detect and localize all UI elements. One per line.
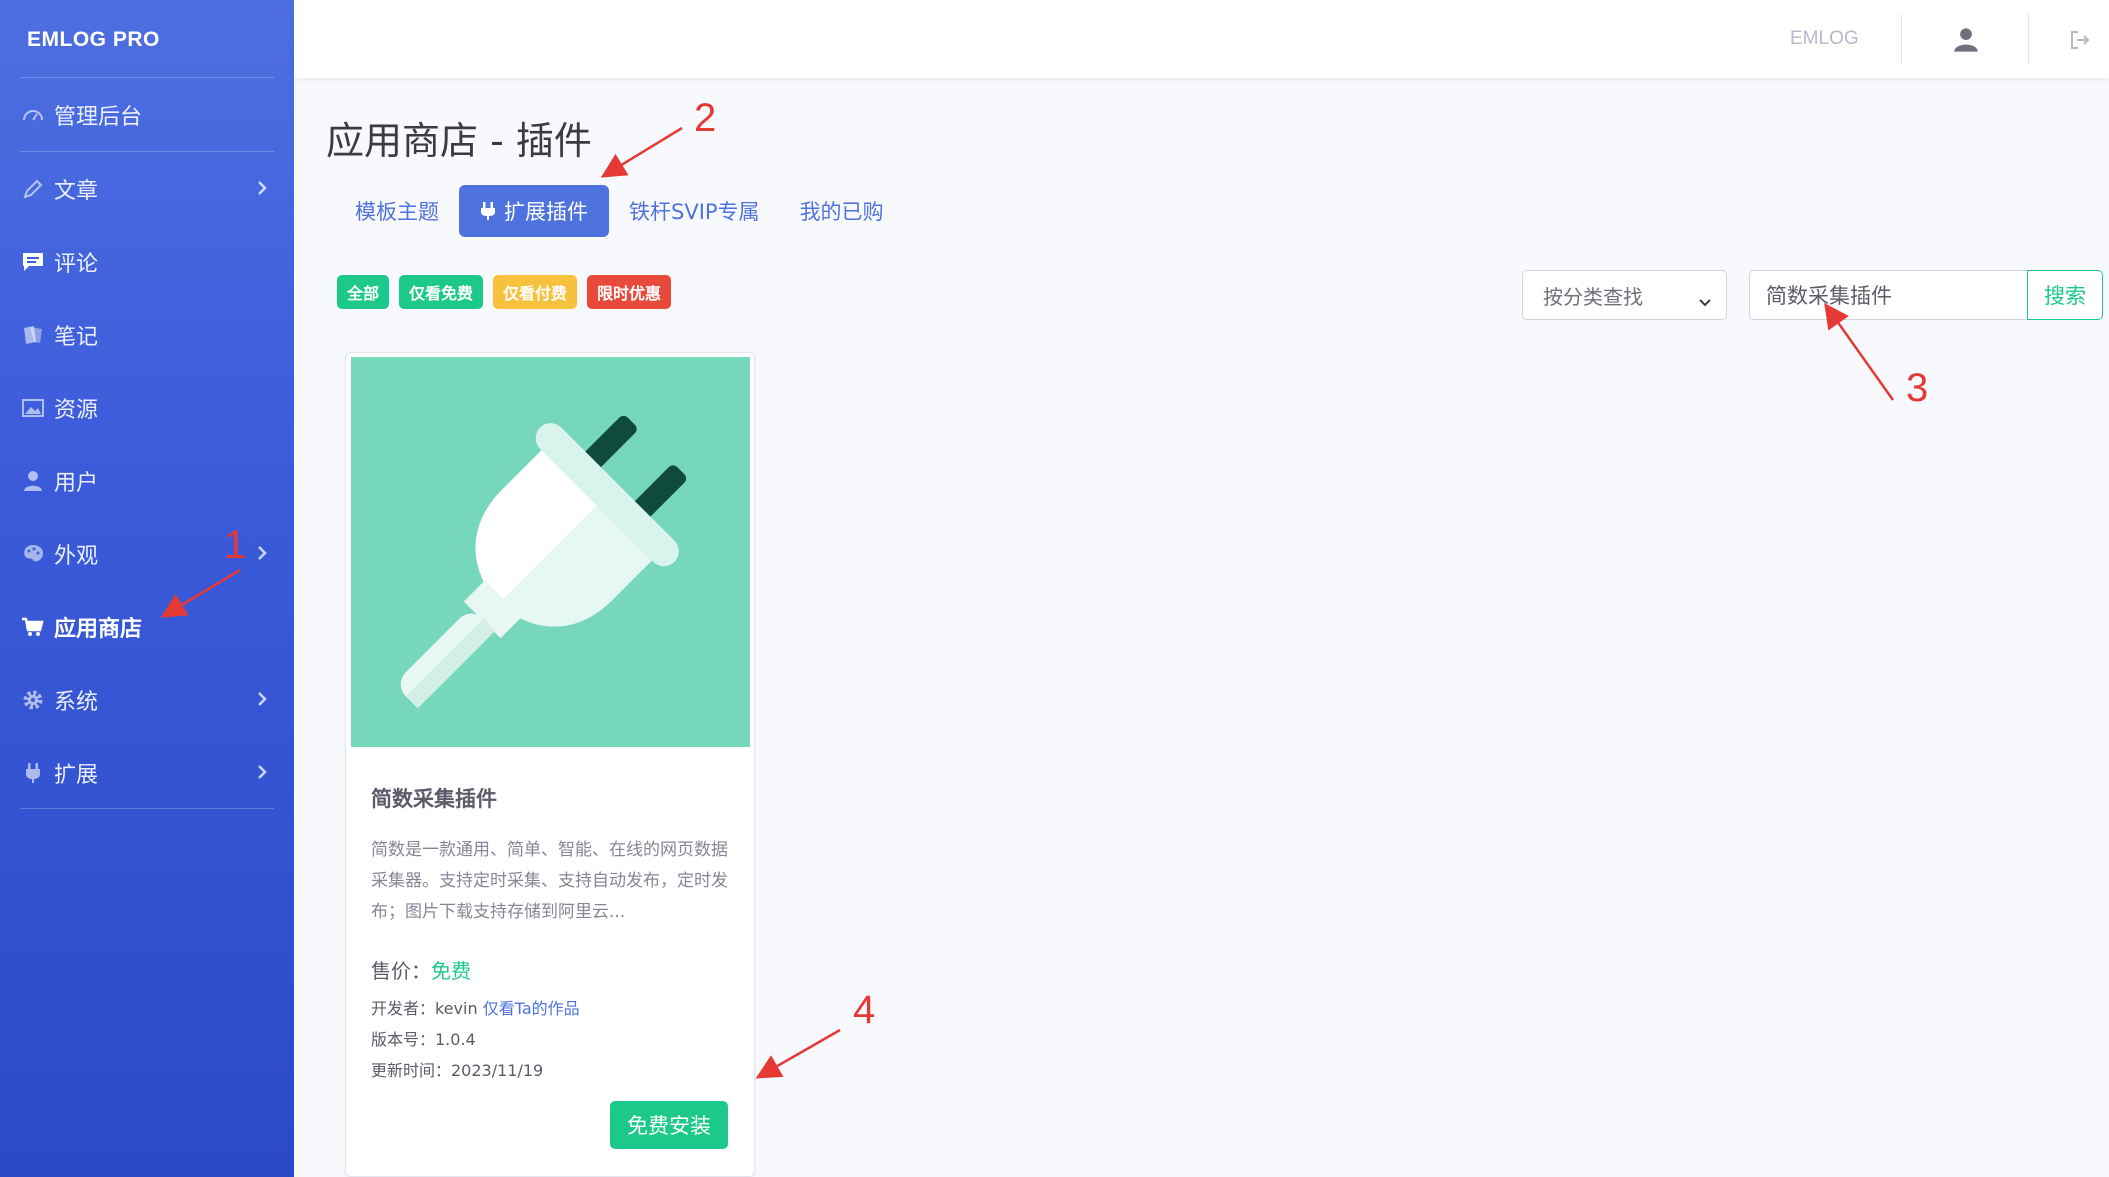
image-icon <box>20 395 46 421</box>
plugin-title[interactable]: 简数采集插件 <box>371 783 497 813</box>
plugin-image[interactable] <box>351 357 750 747</box>
price-value: 免费 <box>431 959 471 983</box>
search-button[interactable]: 搜索 <box>2027 270 2103 320</box>
cart-icon <box>20 614 46 640</box>
annotation-arrow-4 <box>755 1028 841 1079</box>
chevron-right-icon <box>256 764 268 784</box>
palette-icon <box>20 541 46 567</box>
sidebar-item-label: 系统 <box>54 690 99 715</box>
plug-icon <box>20 760 46 786</box>
price-label: 售价： <box>371 959 431 983</box>
sidebar-item-label: 扩展 <box>54 763 99 788</box>
sidebar-item-label: 应用商店 <box>54 617 143 642</box>
tab-purchased[interactable]: 我的已购 <box>780 185 904 237</box>
developer-works-link[interactable]: 仅看Ta的作品 <box>483 999 580 1018</box>
sidebar-brand[interactable]: EMLOG PRO <box>27 28 160 52</box>
version-text: 版本号：1.0.4 <box>371 1030 476 1049</box>
install-button[interactable]: 免费安装 <box>610 1101 728 1149</box>
sidebar-item-dashboard[interactable]: 管理后台 <box>0 90 294 140</box>
sidebar: EMLOG PRO 管理后台 文章 评论 笔记 资源 用户 外观 应用商店 系统… <box>0 0 294 1177</box>
topbar-divider <box>2028 14 2029 64</box>
sidebar-item-appearance[interactable]: 外观 <box>0 529 294 579</box>
annotation-number-1: 1 <box>224 523 247 567</box>
sidebar-item-comments[interactable]: 评论 <box>0 237 294 287</box>
chevron-right-icon <box>256 180 268 200</box>
sidebar-item-users[interactable]: 用户 <box>0 456 294 506</box>
price-row: 售价：免费 <box>371 955 471 984</box>
note-icon <box>20 322 46 348</box>
filter-free[interactable]: 仅看免费 <box>399 275 484 309</box>
annotation-arrows <box>160 126 1895 1079</box>
annotation-arrow-3 <box>1824 302 1895 401</box>
annotation-arrow-2 <box>600 126 683 178</box>
updated-text: 更新时间：2023/11/19 <box>371 1061 544 1080</box>
chevron-right-icon <box>256 545 268 565</box>
tab-themes[interactable]: 模板主题 <box>335 185 459 237</box>
plug-icon <box>480 201 496 221</box>
sidebar-item-extensions[interactable]: 扩展 <box>0 748 294 798</box>
filter-discount[interactable]: 限时优惠 <box>587 275 672 309</box>
category-select[interactable]: 按分类查找 <box>1522 270 1727 320</box>
tab-svip[interactable]: 铁杆SVIP专属 <box>609 185 780 237</box>
sidebar-item-resources[interactable]: 资源 <box>0 383 294 433</box>
comment-icon <box>20 249 46 275</box>
sidebar-item-articles[interactable]: 文章 <box>0 164 294 214</box>
dashboard-icon <box>20 102 46 128</box>
plugin-description: 简数是一款通用、简单、智能、在线的网页数据采集器。支持定时采集、支持自动发布，定… <box>371 840 728 922</box>
store-tabs: 模板主题 扩展插件 铁杆SVIP专属 我的已购 <box>335 185 904 237</box>
annotation-number-2: 2 <box>694 96 717 140</box>
chevron-down-icon <box>1698 289 1712 313</box>
user-icon <box>20 468 46 494</box>
logout-icon[interactable] <box>2066 26 2094 54</box>
topbar-divider <box>1901 14 1902 64</box>
page-title: 应用商店 - 插件 <box>326 119 592 163</box>
annotation-number-4: 4 <box>853 988 876 1032</box>
tab-label: 扩展插件 <box>504 200 588 224</box>
topbar: EMLOG <box>294 0 2109 78</box>
search-input[interactable] <box>1749 270 2029 320</box>
sidebar-item-label: 用户 <box>54 471 99 496</box>
sidebar-item-label: 资源 <box>54 398 99 423</box>
plugin-card: 简数采集插件 简数是一款通用、简单、智能、在线的网页数据采集器。支持定时采集、支… <box>345 352 755 1177</box>
sidebar-item-label: 管理后台 <box>54 105 143 130</box>
sidebar-divider <box>20 808 274 809</box>
sidebar-item-label: 外观 <box>54 544 99 569</box>
app-root: EMLOG PRO 管理后台 文章 评论 笔记 资源 用户 外观 应用商店 系统… <box>0 0 2109 1177</box>
pencil-icon <box>20 176 46 202</box>
sidebar-item-label: 笔记 <box>54 325 99 350</box>
sidebar-item-label: 文章 <box>54 179 99 204</box>
developer-row: 开发者：kevin 仅看Ta的作品 <box>371 995 580 1019</box>
gear-icon <box>20 687 46 713</box>
filter-all[interactable]: 全部 <box>337 275 390 309</box>
sidebar-divider <box>20 77 274 78</box>
chevron-right-icon <box>256 691 268 711</box>
topbar-brand[interactable]: EMLOG <box>1790 28 1859 50</box>
sidebar-item-app-store[interactable]: 应用商店 <box>0 602 294 652</box>
sidebar-divider <box>20 151 274 152</box>
tab-plugins[interactable]: 扩展插件 <box>459 185 609 237</box>
plug-icon <box>400 415 687 709</box>
sidebar-item-notes[interactable]: 笔记 <box>0 310 294 360</box>
developer-label: 开发者：kevin <box>371 999 478 1018</box>
annotation-number-3: 3 <box>1906 366 1929 410</box>
user-icon[interactable] <box>1952 26 1980 54</box>
category-select-value: 按分类查找 <box>1543 284 1643 309</box>
sidebar-item-system[interactable]: 系统 <box>0 675 294 725</box>
filter-paid[interactable]: 仅看付费 <box>493 275 578 309</box>
sidebar-item-label: 评论 <box>54 252 99 277</box>
filter-badges: 全部 仅看免费 仅看付费 限时优惠 <box>337 275 672 309</box>
